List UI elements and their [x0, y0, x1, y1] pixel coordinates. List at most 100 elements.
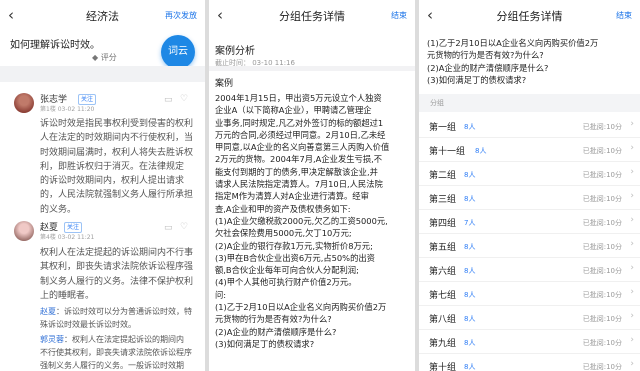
group-name: 第八组	[429, 315, 457, 325]
group-row[interactable]: 第八组 8人 已批阅:10分 ›	[419, 305, 640, 330]
group-row[interactable]: 第四组 7人 已批阅:10分 ›	[419, 209, 640, 234]
member-count: 8人	[475, 147, 487, 155]
comment-body: 权利人在法定提起的诉讼期间内不行事 其权利，即丧失请求法院依诉讼程序强 制义务人…	[40, 246, 193, 303]
comment-line: 人在法定的时效期间内不行使权利，当	[40, 133, 194, 144]
rate-label: 评分	[100, 53, 117, 62]
reply-username[interactable]: 郭灵蓉	[40, 335, 64, 344]
chevron-right-icon: ›	[630, 143, 634, 153]
case-line: (1)乙于2月10日以A企业名义向丙购买价值2万	[215, 302, 387, 313]
group-row[interactable]: 第七组 8人 已批阅:10分 ›	[419, 281, 640, 306]
comment-line: 制义务人履行的义务。法律不保护权利	[40, 276, 194, 287]
comment-line: 的义务。	[40, 204, 77, 215]
page-title: 分组任务详情	[279, 10, 345, 23]
reply-icon[interactable]: ▭	[164, 223, 173, 233]
reply-text: ：权利人在法定提起诉讼的期间内	[64, 335, 184, 344]
chevron-right-icon: ›	[630, 335, 634, 345]
group-row[interactable]: 第三组 8人 已批阅:10分 ›	[419, 185, 640, 210]
task-detail-panel: ‹ 分组任务详情 结束 案例分析 截止时间： 03-10 11:16 案例 20…	[209, 0, 415, 371]
chevron-right-icon: ›	[630, 311, 634, 321]
member-count: 8人	[464, 171, 476, 179]
avatar[interactable]	[14, 93, 34, 113]
rate-icon: ◆	[92, 53, 99, 62]
chevron-right-icon: ›	[630, 167, 634, 177]
group-row[interactable]: 第五组 8人 已批阅:10分 ›	[419, 233, 640, 258]
comment-line: 诉讼时效是指民事权利受到侵害的权利	[40, 119, 194, 129]
reply-text: 强制义务人履行的义务。一般诉讼时效期	[40, 361, 184, 370]
section-title: 案例分析	[215, 46, 255, 57]
case-line: 指定M作为清算人对A企业进行清算。经审	[215, 191, 369, 202]
member-count: 8人	[464, 195, 476, 203]
case-body: 2004年1月15日，甲出资5万元设立个人独资 企业A（以下简称A企业），甲聘请乙…	[215, 92, 412, 350]
member-count: 8人	[464, 243, 476, 251]
case-line: 能支付到期的丁的债务,甲决定解散该企业,并	[215, 166, 378, 177]
discussion-header: ‹ 经济法 再次发放	[0, 0, 205, 30]
question-line: (1)乙于2月10日以A企业名义向丙购买价值2万	[427, 38, 599, 48]
end-button[interactable]: 结束	[391, 10, 407, 21]
question-line: (3)如何满足丁的债权请求?	[427, 74, 527, 85]
group-row[interactable]: 第六组 8人 已批阅:10分 ›	[419, 257, 640, 282]
group-row[interactable]: 第十组 8人 已批阅:10分 ›	[419, 353, 640, 371]
word-cloud-button[interactable]: 词云	[161, 35, 195, 69]
avatar[interactable]	[14, 221, 34, 241]
resend-button[interactable]: 再次发放	[165, 10, 197, 21]
review-status: 已批阅:10分	[582, 171, 622, 179]
reply-text: 不行使其权利，即丧失请求法院依诉讼程序	[40, 348, 192, 357]
chevron-right-icon: ›	[630, 263, 634, 273]
member-count: 8人	[464, 339, 476, 347]
case-line: 企业A（以下简称A企业），甲聘请乙管理企	[215, 105, 372, 116]
discussion-question: 如何理解诉讼时效。	[10, 40, 100, 51]
case-line: 额,B合伙企业每年可向合伙人分配利润;	[215, 265, 359, 276]
reply-icon[interactable]: ▭	[164, 95, 173, 105]
section-label: 分组	[430, 99, 444, 107]
member-count: 7人	[464, 219, 476, 227]
review-status: 已批阅:10分	[582, 363, 622, 371]
group-row[interactable]: 第二组 8人 已批阅:10分 ›	[419, 161, 640, 186]
comment-line: 的诉讼时效期间内，权利人提出请求	[40, 176, 185, 187]
group-name: 第七组	[429, 291, 457, 301]
review-status: 已批阅:10分	[582, 267, 622, 275]
review-status: 已批阅:10分	[582, 291, 622, 299]
case-line: (4)甲个人其他可执行财产价值2万元。	[215, 277, 357, 288]
group-row[interactable]: 第一组 8人 已批阅:10分 ›	[419, 113, 640, 138]
page-title: 分组任务详情	[496, 10, 563, 23]
case-line: 2004年1月15日，甲出资5万元设立个人独资	[215, 93, 382, 103]
review-status: 已批阅:10分	[582, 219, 622, 227]
chevron-right-icon: ›	[630, 119, 634, 129]
like-icon[interactable]: ♡	[180, 222, 188, 232]
review-status: 已批阅:10分	[582, 123, 622, 131]
like-icon[interactable]: ♡	[180, 94, 188, 104]
chevron-right-icon: ›	[630, 287, 634, 297]
case-line: 业事务,同时规定,凡乙对外签订的标的额超过1	[215, 117, 384, 128]
comment-line: 利，即胜诉权归于消灭。在法律规定	[40, 161, 185, 172]
case-line: (2)A企业的银行存款1万元,实物折价8万元;	[215, 240, 373, 251]
reply-item: 郭灵蓉：权利人在法定提起诉讼的期间内 不行使其权利，即丧失请求法院依诉讼程序 强…	[40, 333, 198, 371]
rate-button[interactable]: ◆ 评分	[92, 52, 117, 63]
comment-line: 上的睡眠者。	[40, 290, 95, 301]
group-name: 第四组	[429, 219, 457, 229]
group-name: 第十一组	[429, 147, 466, 157]
case-line: 2万元的货物。2004年7月,A企业发生亏损,不	[215, 154, 383, 165]
case-line: (3)如何满足丁的债权请求?	[215, 338, 315, 349]
review-status: 已批阅:10分	[582, 339, 622, 347]
case-line: 问:	[215, 289, 227, 300]
reply-item: 赵夏：诉讼时效可以分为普通诉讼时效，特 殊诉讼时效最长诉讼时效。	[40, 305, 198, 331]
group-name: 第六组	[429, 267, 457, 277]
chevron-right-icon: ›	[630, 191, 634, 201]
end-button[interactable]: 结束	[616, 10, 632, 21]
case-line: 请求人民法院指定清算人。7月10日,人民法院	[215, 179, 383, 190]
review-status: 已批阅:10分	[582, 315, 622, 323]
case-line: (3)甲在B合伙企业出资6万元,占50%的出资	[215, 252, 375, 263]
group-list-panel: ‹ 分组任务详情 结束 (1)乙于2月10日以A企业名义向丙购买价值2万 元货物…	[419, 0, 640, 371]
divider	[0, 66, 205, 82]
case-line: (2)A企业的财产清偿顺序是什么?	[215, 326, 337, 337]
comment-line: 的，人民法院就强制义务人履行所承担	[40, 190, 194, 201]
group-row[interactable]: 第十一组 8人 已批阅:10分 ›	[419, 137, 640, 162]
case-line: (1)A企业欠缴税款2000元,欠乙的工资5000元,	[215, 215, 388, 226]
case-line: 元货物的行为是否有效?为什么?	[215, 314, 332, 325]
group-row[interactable]: 第九组 8人 已批阅:10分 ›	[419, 329, 640, 354]
reply-username[interactable]: 赵夏	[40, 307, 56, 316]
group-name: 第三组	[429, 195, 457, 205]
member-count: 8人	[464, 363, 476, 371]
chevron-right-icon: ›	[630, 239, 634, 249]
group-name: 第十组	[429, 363, 457, 371]
